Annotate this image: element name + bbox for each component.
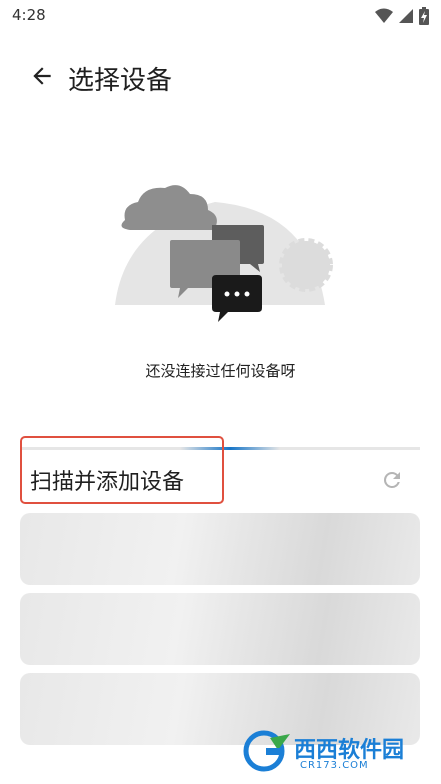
wifi-icon	[375, 8, 393, 28]
signal-icon	[399, 8, 413, 28]
empty-state-illustration	[110, 180, 340, 330]
refresh-button[interactable]	[380, 468, 404, 492]
scan-add-device-title: 扫描并添加设备	[30, 470, 185, 495]
refresh-icon	[380, 472, 404, 496]
watermark-logo-icon	[243, 730, 290, 772]
site-watermark: 西西软件园 CR173.COM	[242, 728, 428, 776]
battery-charging-icon	[419, 7, 429, 29]
status-bar: 4:28	[0, 0, 441, 32]
device-list-item-placeholder	[20, 593, 420, 665]
status-icons	[375, 7, 429, 29]
back-button[interactable]	[26, 62, 58, 94]
page-title: 选择设备	[68, 66, 173, 96]
status-time: 4:28	[12, 6, 46, 24]
arrow-back-icon	[29, 63, 55, 93]
watermark-subtitle: CR173.COM	[300, 760, 369, 771]
app-bar: 选择设备	[0, 50, 441, 106]
empty-state-message: 还没连接过任何设备呀	[145, 362, 296, 380]
device-list-item-placeholder	[20, 513, 420, 585]
